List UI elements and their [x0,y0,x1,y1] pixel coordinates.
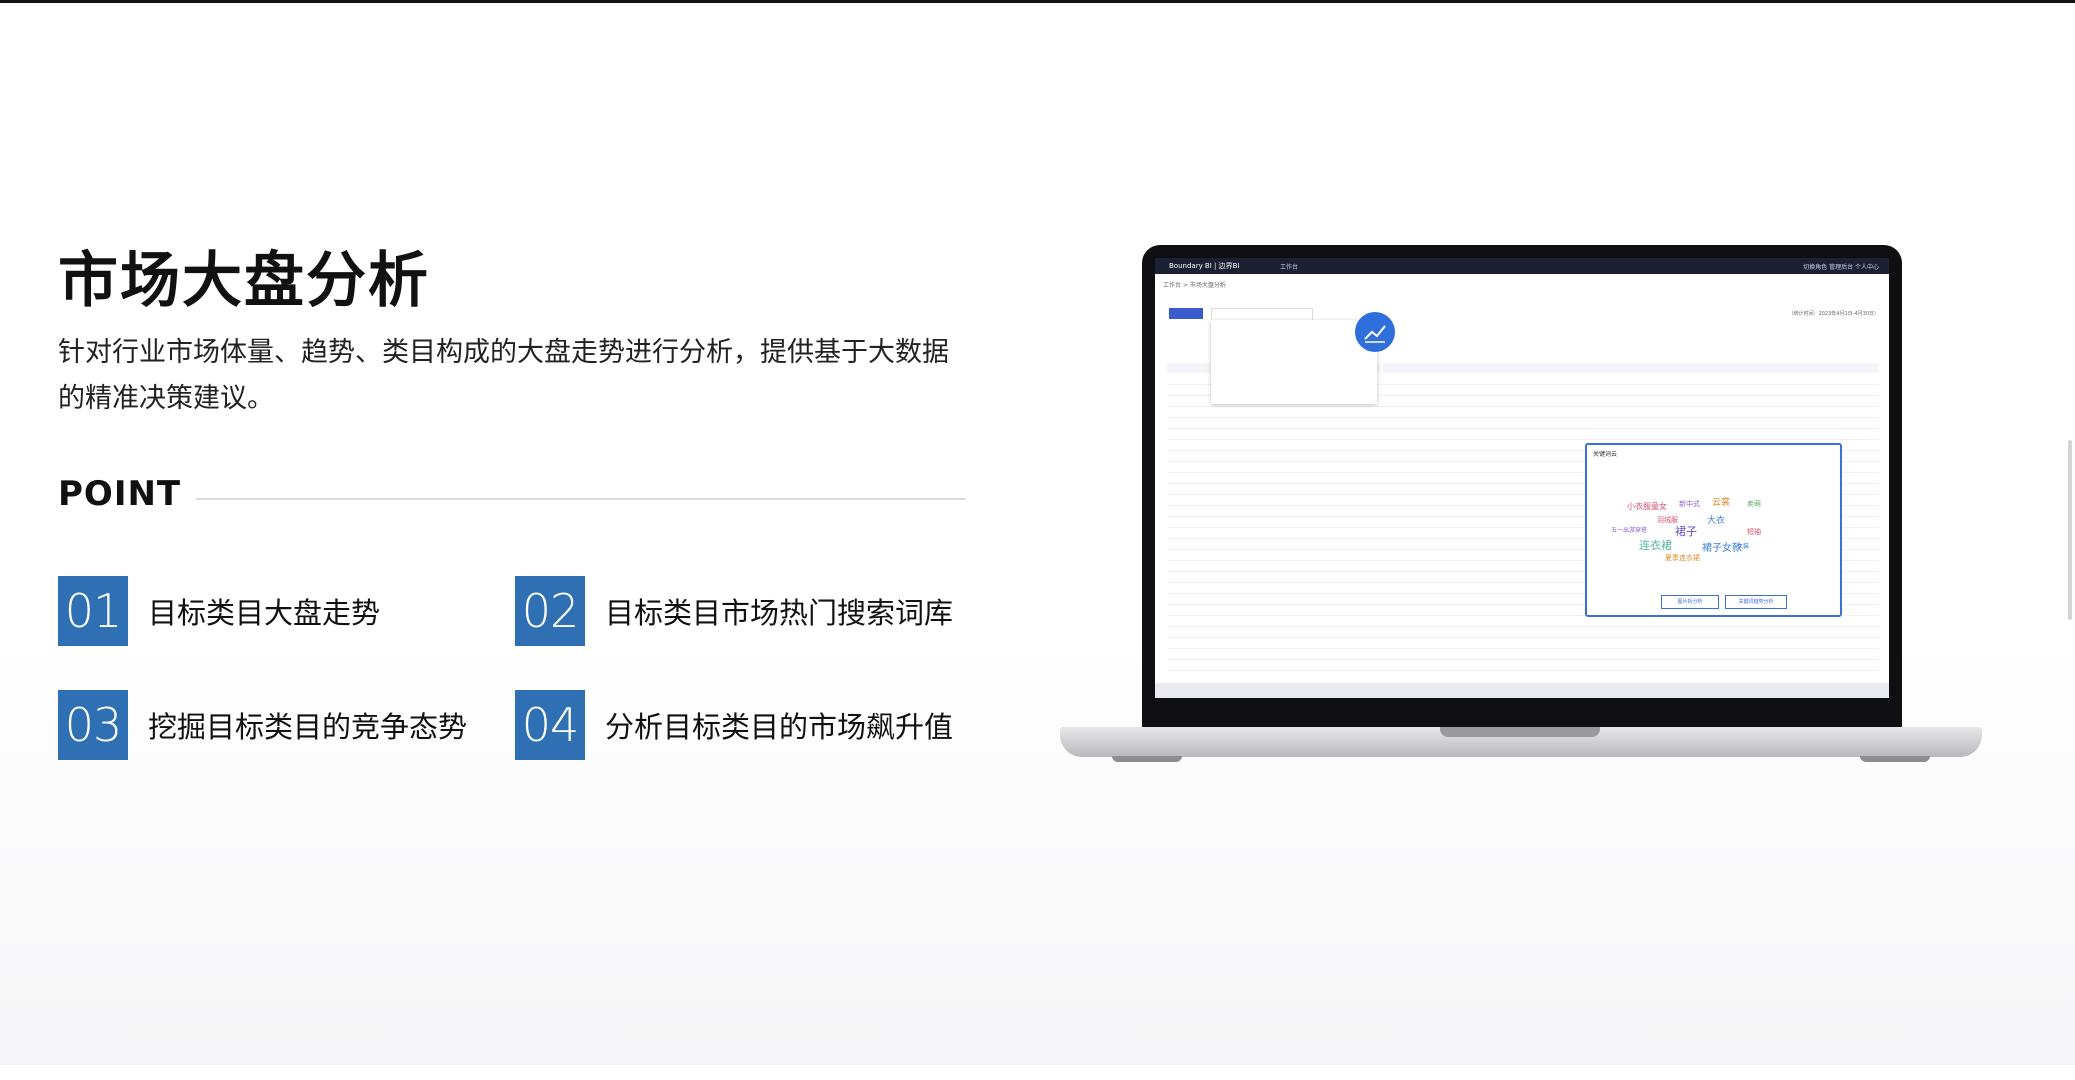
cloud-word: 连衣裙 [1639,539,1672,552]
cloud-word: 卖萌 [1747,500,1761,508]
page-description: 针对行业市场体量、趋势、类目构成的大盘走势进行分析，提供基于大数据的精准决策建议… [58,337,949,414]
laptop-screen: Boundary BI | 边界BI 工作台 切换角色 管理后台 个人中心 工作… [1155,258,1889,698]
bottom-strip [0,1065,2075,1080]
feature-item-03: 03 挖掘目标类目的竞争态势 [58,690,467,760]
app-breadcrumb: 工作台 > 市场大盘分析 [1163,282,1226,289]
app-table-row [1167,617,1879,627]
top-border [0,0,2075,3]
feature-number: 01 [58,576,128,646]
app-nav-item: 工作台 [1280,264,1299,271]
cloud-word: 小衣服童女 [1627,502,1667,511]
feature-text: 目标类目市场热门搜索词库 [605,596,954,630]
app-category-dropdown [1211,320,1377,404]
app-table-row [1167,430,1879,440]
cloud-word: 短袖 [1747,528,1761,536]
cloud-word: 云裳 [1712,498,1731,508]
app-date-range: （统计时间：2023年4月1日-4月30日） [1788,311,1879,317]
app-filter-button [1169,308,1203,319]
keyword-trend-button: 关键词趋势分析 [1725,595,1787,609]
cloud-word: 新中式 [1679,500,1700,508]
scrollbar-thumb[interactable] [2068,440,2072,620]
feature-text: 目标类目大盘走势 [148,596,381,630]
cloud-word: 裙子女款 [1702,543,1742,554]
app-table-row [1167,628,1879,638]
app-table-row [1167,419,1879,429]
app-table-row [1167,408,1879,418]
point-heading: POINT [58,474,182,514]
feature-number: 02 [515,576,585,646]
image-analysis-button: 图片拆分析 [1661,595,1719,609]
cloud-word: 夏季连衣裙 [1665,554,1700,562]
app-table-row [1167,650,1879,660]
cloud-word: 女装 [1737,543,1750,550]
app-top-right: 切换角色 管理后台 个人中心 [1803,264,1879,271]
feature-item-02: 02 目标类目市场热门搜索词库 [515,576,953,646]
feature-text: 分析目标类目的市场飙升值 [605,710,954,744]
feature-item-04: 04 分析目标类目的市场飙升值 [515,690,953,760]
laptop-notch [1440,727,1600,737]
feature-number: 04 [515,690,585,760]
feature-text: 挖掘目标类目的竞争态势 [148,710,468,744]
keyword-cloud-popup: 关键词云 小衣服童女 新中式 云裳 卖萌 大衣 羽绒服 连衣裙 裙子 裙子女款 … [1585,443,1842,617]
popup-title: 关键词云 [1593,451,1618,458]
page-title: 市场大盘分析 [58,246,430,316]
cloud-word: 五一出游穿搭 [1611,527,1648,534]
app-table-row [1167,661,1879,671]
cloud-word: 裙子 [1675,525,1697,538]
cloud-word: 大衣 [1707,516,1726,526]
app-topbar: Boundary BI | 边界BI 工作台 切换角色 管理后台 个人中心 [1155,258,1889,274]
point-divider [196,498,966,500]
app-brand: Boundary BI | 边界BI [1169,262,1240,270]
laptop-foot [1860,756,1930,762]
feature-number: 03 [58,690,128,760]
app-table-row [1167,639,1879,649]
chart-trend-icon [1355,312,1395,352]
feature-item-01: 01 目标类目大盘走势 [58,576,380,646]
laptop-foot [1112,756,1182,762]
app-bottom-bar [1155,683,1889,698]
